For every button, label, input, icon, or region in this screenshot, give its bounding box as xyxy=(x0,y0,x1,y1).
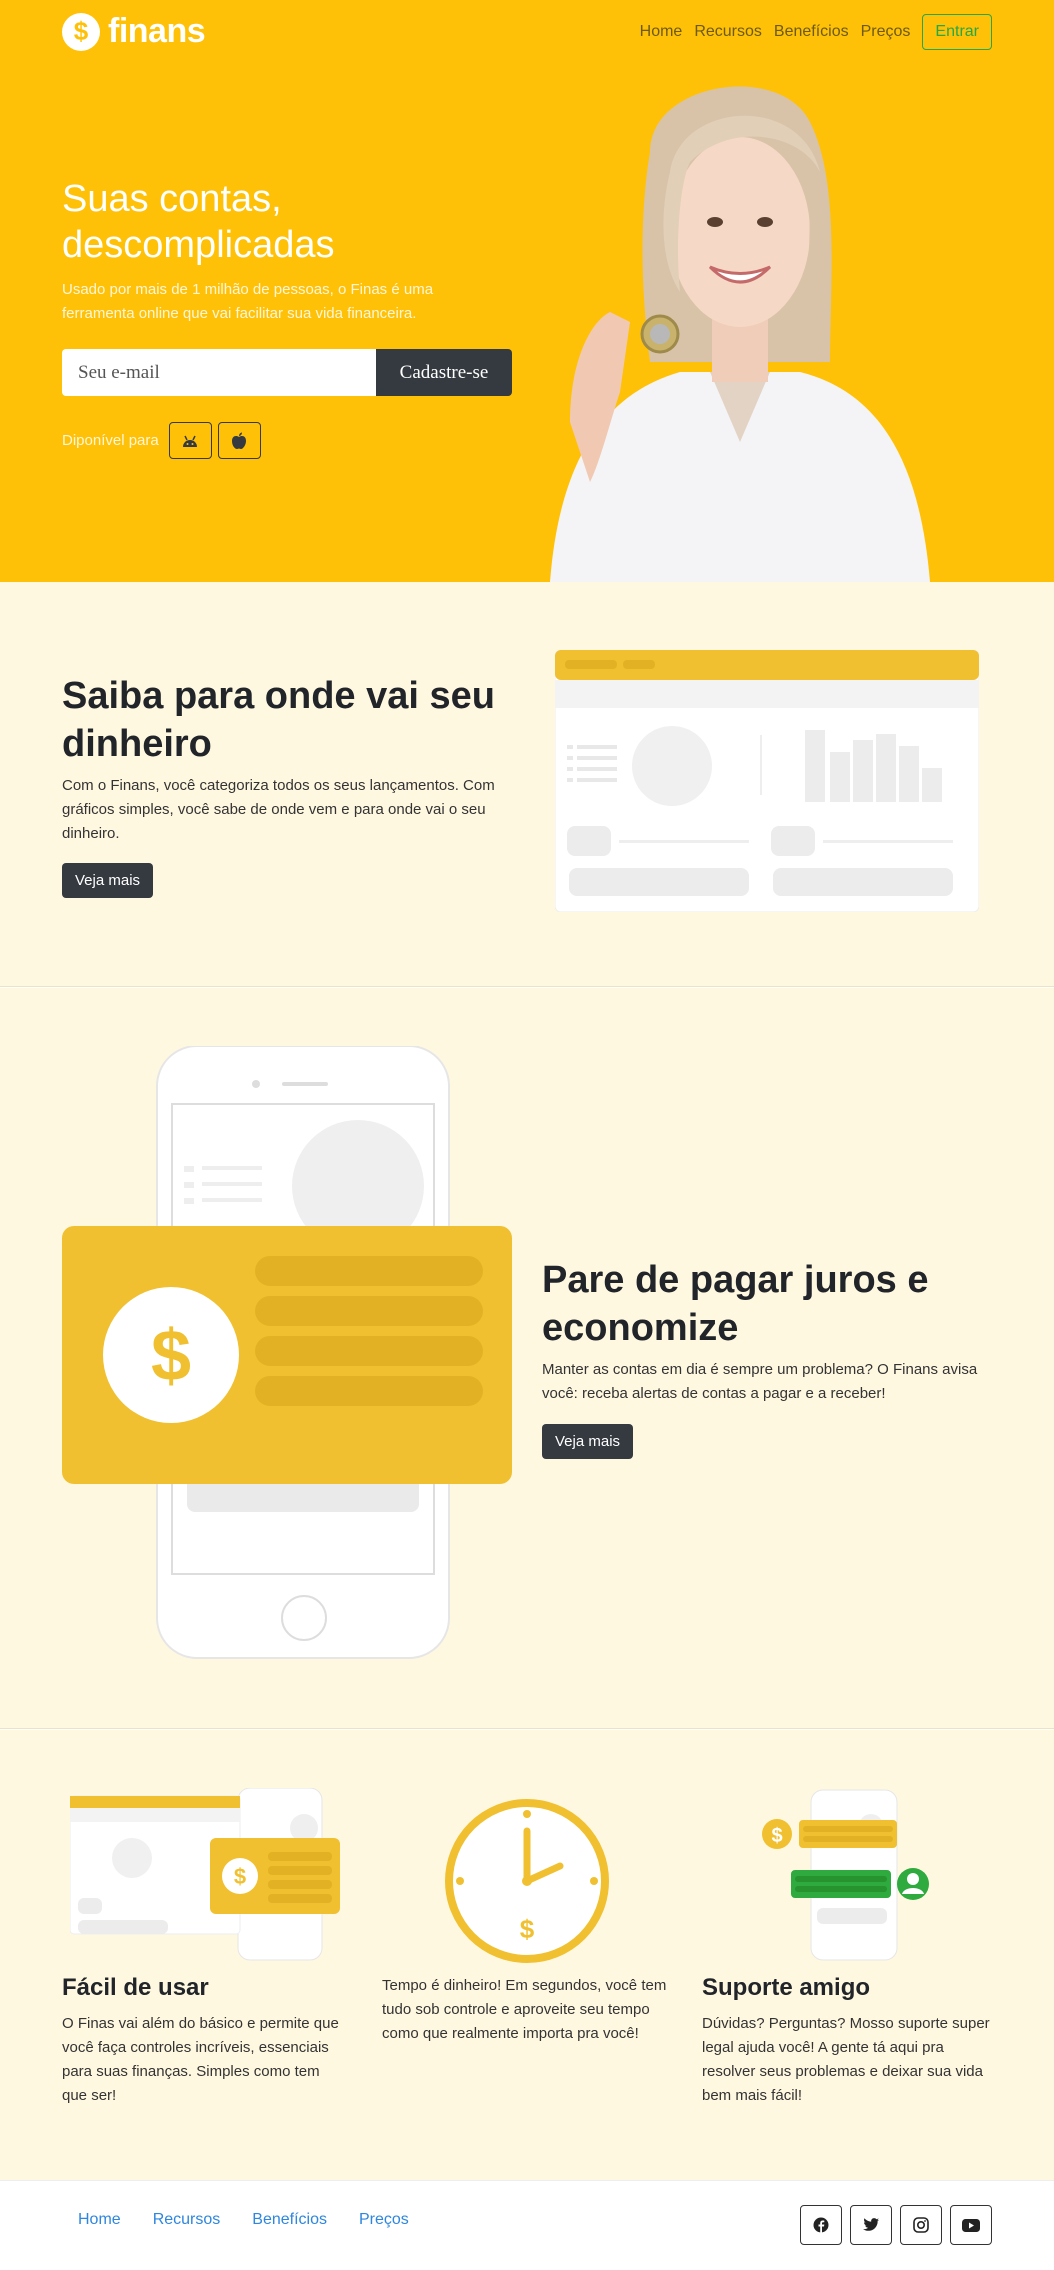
twitter-icon xyxy=(863,2218,879,2231)
interest-title: Pare de pagar juros e economize xyxy=(542,1259,929,1349)
feature-support-title: Suporte amigo xyxy=(702,1974,871,2001)
feature-support-text: Dúvidas? Perguntas? Mosso suporte super … xyxy=(702,2015,990,2104)
svg-text:$: $ xyxy=(771,1825,782,1847)
instagram-icon xyxy=(913,2217,929,2233)
brand-name: finans xyxy=(108,12,206,50)
apple-icon xyxy=(232,432,247,449)
svg-text:$: $ xyxy=(520,1914,535,1944)
android-icon xyxy=(183,435,198,447)
platforms: Diponível para xyxy=(62,422,261,459)
twitter-button[interactable] xyxy=(850,2205,892,2245)
feature-easy-title: Fácil de usar xyxy=(62,1974,209,2001)
nav-recursos[interactable]: Recursos xyxy=(694,23,762,41)
svg-text:$: $ xyxy=(234,1864,246,1889)
footer: Home Recursos Benefícios Preços xyxy=(0,2180,1054,2270)
nav-home[interactable]: Home xyxy=(640,23,683,41)
feature-easy: Fácil de usar O Finas vai além do básico… xyxy=(62,1974,347,2108)
dollar-icon: $ xyxy=(62,12,100,51)
hero-title: Suas contas, descomplicadas xyxy=(62,178,335,266)
footer-link-precos[interactable]: Preços xyxy=(343,2211,425,2229)
features-section: $ Fácil de usar O Finas vai além do bási… xyxy=(0,1730,1054,2180)
feature-time-text: Tempo é dinheiro! Em segundos, você tem … xyxy=(382,1977,667,2042)
support-illustration: $ xyxy=(762,1789,929,1961)
login-button[interactable]: Entrar xyxy=(922,14,992,50)
nav-precos[interactable]: Preços xyxy=(861,23,911,41)
money-text: Com o Finans, você categoriza todos os s… xyxy=(62,777,495,842)
footer-link-home[interactable]: Home xyxy=(62,2211,137,2229)
nav-beneficios[interactable]: Benefícios xyxy=(774,23,849,41)
facebook-icon xyxy=(813,2217,829,2233)
android-button[interactable] xyxy=(168,422,212,459)
feature-support: Suporte amigo Dúvidas? Perguntas? Mosso … xyxy=(702,1974,992,2108)
signup-form: Cadastre-se xyxy=(62,349,512,396)
interest-text: Manter as contas em dia é sempre um prob… xyxy=(542,1361,978,1402)
footer-link-beneficios[interactable]: Benefícios xyxy=(236,2211,343,2229)
phone-illustration: $ xyxy=(62,1046,512,1659)
money-title: Saiba para onde vai seu dinheiro xyxy=(62,675,495,765)
brand-logo[interactable]: $ finans xyxy=(62,12,206,51)
hero-subtitle: Usado por mais de 1 milhão de pessoas, o… xyxy=(62,281,434,322)
signup-button[interactable]: Cadastre-se xyxy=(376,349,512,396)
clock-icon: $ xyxy=(445,1799,609,1963)
interest-section: $ Pare de pagar juros e economize Manter… xyxy=(0,988,1054,1729)
dashboard-illustration xyxy=(555,650,979,912)
top-nav: Home Recursos Benefícios Preços Entrar xyxy=(640,14,992,50)
money-section: Saiba para onde vai seu dinheiro Com o F… xyxy=(0,582,1054,987)
footer-nav: Home Recursos Benefícios Preços xyxy=(62,2211,425,2229)
facebook-button[interactable] xyxy=(800,2205,842,2245)
feature-easy-text: O Finas vai além do básico e permite que… xyxy=(62,2015,339,2104)
money-more-button[interactable]: Veja mais xyxy=(62,863,154,898)
platforms-label: Diponível para xyxy=(62,432,159,449)
instagram-button[interactable] xyxy=(900,2205,942,2245)
social-links xyxy=(800,2205,992,2245)
interest-more-button[interactable]: Veja mais xyxy=(542,1424,634,1459)
footer-link-recursos[interactable]: Recursos xyxy=(137,2211,237,2229)
svg-text:$: $ xyxy=(151,1316,191,1396)
apple-button[interactable] xyxy=(217,422,261,459)
easy-use-illustration: $ xyxy=(70,1788,340,1961)
email-input[interactable] xyxy=(62,349,376,396)
hero-person-image xyxy=(550,86,930,582)
feature-time: Tempo é dinheiro! Em segundos, você tem … xyxy=(382,1974,672,2046)
hero-section: $ finans Home Recursos Benefícios Preços… xyxy=(0,0,1054,582)
youtube-icon xyxy=(962,2218,980,2232)
youtube-button[interactable] xyxy=(950,2205,992,2245)
